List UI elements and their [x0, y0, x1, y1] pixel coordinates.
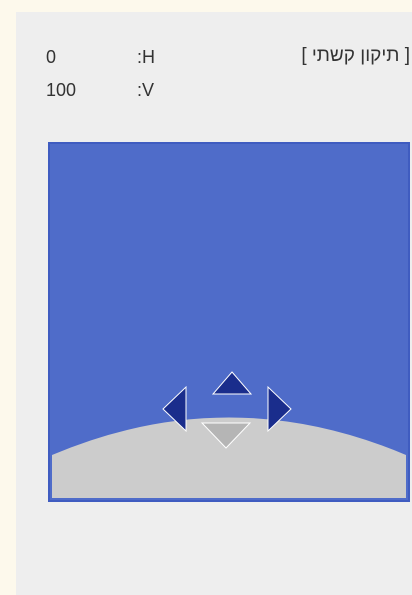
screen-preview [48, 142, 410, 502]
panel-title: [ תיקון קשתי ] [301, 45, 410, 66]
h-label: :H [137, 47, 155, 67]
h-value: 0 [46, 47, 57, 67]
v-label: :V [137, 80, 155, 100]
v-value: 100 [46, 80, 77, 100]
